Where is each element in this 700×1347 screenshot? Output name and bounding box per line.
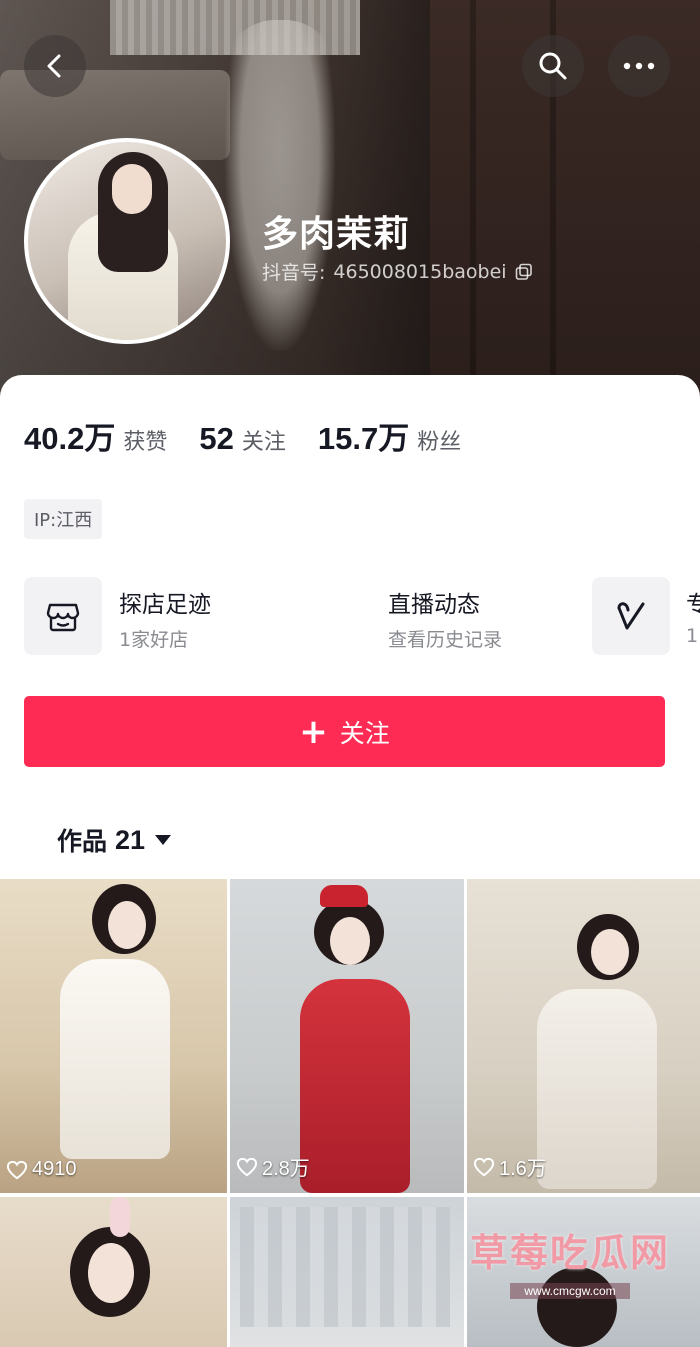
video-tile[interactable]: 2.8万 <box>230 879 464 1193</box>
watermark: 草莓吃瓜网 www.cmcgw.com <box>450 1222 690 1299</box>
feature-subtitle: 1家好店 <box>119 629 189 651</box>
caret-down-icon <box>155 835 172 845</box>
video-tile[interactable] <box>230 1197 464 1347</box>
video-tile[interactable]: 1.6万 <box>467 879 700 1193</box>
feature-subtitle: 1 <box>686 625 699 647</box>
profile-card: 40.2万 获赞 52 关注 15.7万 粉丝 IP:江西 探店足迹 1家好店 … <box>0 375 700 877</box>
stat-value: 52 <box>199 421 234 456</box>
store-icon <box>46 603 80 632</box>
feature-title[interactable]: 直播动态 <box>388 585 480 619</box>
chevron-left-icon <box>47 54 61 78</box>
stat-followers[interactable]: 15.7万 粉丝 <box>318 413 461 458</box>
video-tile[interactable]: 4910 <box>0 879 227 1193</box>
watermark-url: www.cmcgw.com <box>510 1283 630 1299</box>
stats-row: 40.2万 获赞 52 关注 15.7万 粉丝 <box>24 413 461 458</box>
search-icon <box>539 52 567 80</box>
heart-icon <box>473 1157 495 1176</box>
watermark-title: 草莓吃瓜网 <box>469 1231 670 1275</box>
douyin-id-label: 抖音号: <box>262 262 326 284</box>
avatar-face <box>112 164 152 214</box>
tab-works[interactable]: 作品 21 <box>57 822 173 858</box>
stat-value: 40.2万 <box>24 421 116 456</box>
feature-title[interactable]: 专 <box>686 585 700 619</box>
tile-figure <box>537 989 657 1189</box>
like-count: 1.6万 <box>473 1152 547 1181</box>
douyin-id[interactable]: 抖音号: 465008015baobei <box>262 258 533 285</box>
tile-figure <box>60 959 170 1159</box>
follow-button[interactable]: + 关注 <box>24 696 665 767</box>
stat-label: 获赞 <box>123 430 168 455</box>
tile-pixel-blur <box>240 1207 450 1327</box>
tile-figure-ear <box>110 1197 130 1237</box>
feature-subtitle: 查看历史记录 <box>388 629 503 651</box>
tile-figure-face <box>330 917 370 965</box>
tile-figure <box>300 979 410 1193</box>
tile-figure-hat <box>320 885 368 907</box>
avatar[interactable] <box>24 138 230 344</box>
display-name: 多肉茉莉 <box>262 213 411 254</box>
profile-header: 多肉茉莉 抖音号: 465008015baobei <box>0 0 700 400</box>
video-tile[interactable] <box>0 1197 227 1347</box>
tile-figure-face <box>88 1243 134 1303</box>
like-count: 4910 <box>6 1158 77 1181</box>
feature-row: 探店足迹 1家好店 直播动态 查看历史记录 专 1 <box>24 577 700 657</box>
like-count: 2.8万 <box>236 1152 310 1181</box>
stat-value: 15.7万 <box>317 421 410 456</box>
back-button[interactable] <box>24 35 86 97</box>
heart-icon <box>236 1157 258 1176</box>
stat-label: 关注 <box>241 430 286 455</box>
more-dots-icon <box>623 62 655 70</box>
like-count-value: 1.6万 <box>499 1158 547 1180</box>
follow-button-label: 关注 <box>339 718 390 748</box>
feature-collection[interactable] <box>592 577 670 655</box>
more-button[interactable] <box>608 35 670 97</box>
tile-figure-face <box>591 929 629 975</box>
copy-icon[interactable] <box>515 263 533 281</box>
feature-explore-shop[interactable] <box>24 577 102 655</box>
works-tab-count: 21 <box>115 824 146 855</box>
like-count-value: 4910 <box>32 1158 77 1180</box>
feature-title[interactable]: 探店足迹 <box>119 585 211 619</box>
tile-figure-face <box>108 901 146 949</box>
background-figure <box>225 20 335 350</box>
stat-likes[interactable]: 40.2万 获赞 <box>24 413 167 458</box>
heart-outline-icon <box>617 602 645 630</box>
heart-icon <box>6 1160 28 1179</box>
plus-icon: + <box>299 711 328 752</box>
works-tab-label: 作品 <box>57 827 108 856</box>
search-button[interactable] <box>522 35 584 97</box>
ip-tag: IP:江西 <box>24 499 103 539</box>
like-count-value: 2.8万 <box>262 1158 310 1180</box>
stat-label: 粉丝 <box>417 430 462 455</box>
douyin-id-value: 465008015baobei <box>333 260 507 283</box>
stat-following[interactable]: 52 关注 <box>199 421 286 457</box>
